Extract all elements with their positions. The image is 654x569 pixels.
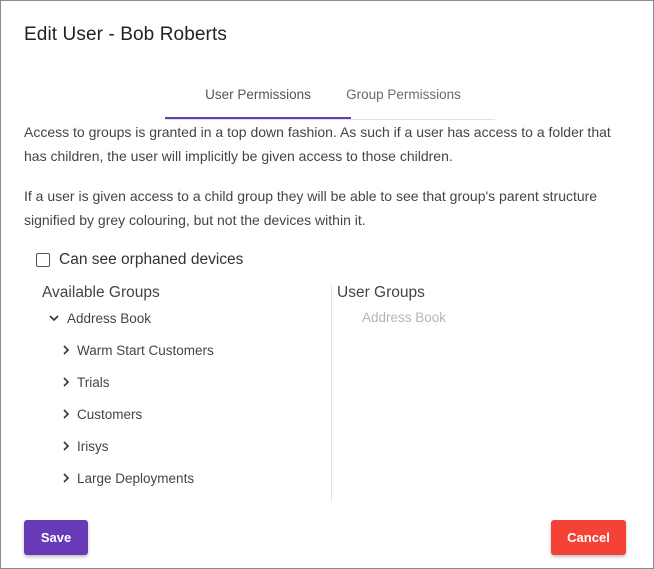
tree-item-trials[interactable]: Trials xyxy=(61,371,110,393)
user-groups-heading: User Groups xyxy=(337,284,425,301)
chevron-right-icon[interactable] xyxy=(61,408,71,420)
tree-item-irisys[interactable]: Irisys xyxy=(61,435,109,457)
tree-root-label: Address Book xyxy=(67,310,152,326)
chevron-right-icon[interactable] xyxy=(61,344,71,356)
active-tab-indicator xyxy=(165,117,351,119)
chevron-right-icon[interactable] xyxy=(61,472,71,484)
edit-user-dialog: Edit User - Bob Roberts User Permissions… xyxy=(0,0,654,569)
tree-root-address-book[interactable]: Address Book xyxy=(49,307,151,329)
permissions-tabs: User Permissions Group Permissions xyxy=(165,79,495,120)
tree-item-customers[interactable]: Customers xyxy=(61,403,142,425)
user-groups-root-address-book: Address Book xyxy=(362,310,447,325)
chevron-down-icon[interactable] xyxy=(49,313,59,323)
tree-item-warm-start-customers[interactable]: Warm Start Customers xyxy=(61,339,214,361)
tree-item-label: Trials xyxy=(77,374,110,390)
tree-item-label: Large Deployments xyxy=(77,470,195,486)
description-paragraph-2: If a user is given access to a child gro… xyxy=(24,188,598,228)
chevron-right-icon[interactable] xyxy=(61,376,71,388)
chevron-right-icon[interactable] xyxy=(61,440,71,452)
tree-item-label: Warm Start Customers xyxy=(77,342,214,358)
save-button[interactable]: Save xyxy=(24,520,88,555)
dialog-title: Edit User - Bob Roberts xyxy=(24,24,227,45)
available-groups-heading: Available Groups xyxy=(42,284,160,301)
tree-item-label: Customers xyxy=(77,406,143,422)
orphaned-devices-checkbox[interactable] xyxy=(36,253,50,267)
orphaned-devices-label: Can see orphaned devices xyxy=(59,251,244,268)
description-paragraph-1: Access to groups is granted in a top dow… xyxy=(24,124,611,164)
tab-group-permissions[interactable]: Group Permissions xyxy=(331,79,476,119)
cancel-button[interactable]: Cancel xyxy=(551,520,626,555)
orphaned-devices-option[interactable]: Can see orphaned devices xyxy=(36,249,243,271)
column-divider xyxy=(331,285,332,501)
tree-item-large-deployments[interactable]: Large Deployments xyxy=(61,467,194,489)
tab-user-permissions[interactable]: User Permissions xyxy=(165,79,351,119)
tree-item-label: Irisys xyxy=(77,438,109,454)
